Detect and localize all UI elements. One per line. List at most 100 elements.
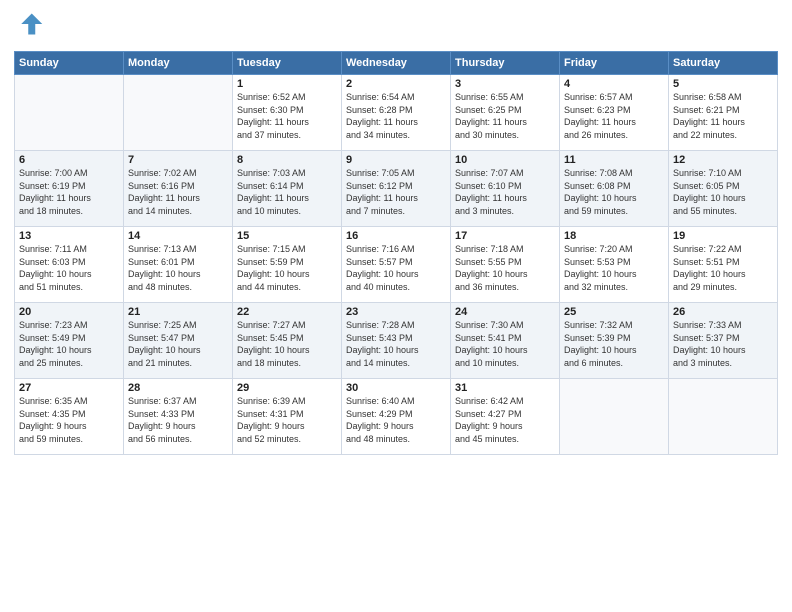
day-number: 16: [346, 230, 446, 242]
day-info: Sunrise: 7:18 AM Sunset: 5:55 PM Dayligh…: [455, 243, 555, 293]
day-number: 27: [19, 382, 119, 394]
day-number: 18: [564, 230, 664, 242]
header: [14, 10, 778, 43]
calendar-cell: 6Sunrise: 7:00 AM Sunset: 6:19 PM Daylig…: [15, 151, 124, 227]
day-info: Sunrise: 7:07 AM Sunset: 6:10 PM Dayligh…: [455, 167, 555, 217]
page-container: SundayMondayTuesdayWednesdayThursdayFrid…: [0, 0, 792, 463]
col-header-monday: Monday: [124, 52, 233, 75]
calendar-cell: 9Sunrise: 7:05 AM Sunset: 6:12 PM Daylig…: [342, 151, 451, 227]
day-info: Sunrise: 6:37 AM Sunset: 4:33 PM Dayligh…: [128, 395, 228, 445]
day-info: Sunrise: 7:13 AM Sunset: 6:01 PM Dayligh…: [128, 243, 228, 293]
day-info: Sunrise: 7:00 AM Sunset: 6:19 PM Dayligh…: [19, 167, 119, 217]
calendar-cell: 15Sunrise: 7:15 AM Sunset: 5:59 PM Dayli…: [233, 227, 342, 303]
calendar-cell: 22Sunrise: 7:27 AM Sunset: 5:45 PM Dayli…: [233, 303, 342, 379]
calendar-cell: 26Sunrise: 7:33 AM Sunset: 5:37 PM Dayli…: [669, 303, 778, 379]
day-info: Sunrise: 7:20 AM Sunset: 5:53 PM Dayligh…: [564, 243, 664, 293]
calendar-cell: 7Sunrise: 7:02 AM Sunset: 6:16 PM Daylig…: [124, 151, 233, 227]
day-number: 19: [673, 230, 773, 242]
calendar-cell: 8Sunrise: 7:03 AM Sunset: 6:14 PM Daylig…: [233, 151, 342, 227]
week-row-4: 20Sunrise: 7:23 AM Sunset: 5:49 PM Dayli…: [15, 303, 778, 379]
col-header-tuesday: Tuesday: [233, 52, 342, 75]
day-info: Sunrise: 7:02 AM Sunset: 6:16 PM Dayligh…: [128, 167, 228, 217]
day-number: 2: [346, 78, 446, 90]
day-info: Sunrise: 7:27 AM Sunset: 5:45 PM Dayligh…: [237, 319, 337, 369]
day-info: Sunrise: 7:32 AM Sunset: 5:39 PM Dayligh…: [564, 319, 664, 369]
day-number: 14: [128, 230, 228, 242]
day-number: 10: [455, 154, 555, 166]
day-info: Sunrise: 6:55 AM Sunset: 6:25 PM Dayligh…: [455, 91, 555, 141]
logo-icon: [16, 10, 44, 38]
calendar-cell: 29Sunrise: 6:39 AM Sunset: 4:31 PM Dayli…: [233, 379, 342, 455]
day-number: 15: [237, 230, 337, 242]
calendar-cell: 3Sunrise: 6:55 AM Sunset: 6:25 PM Daylig…: [451, 75, 560, 151]
day-info: Sunrise: 6:58 AM Sunset: 6:21 PM Dayligh…: [673, 91, 773, 141]
calendar-cell: 20Sunrise: 7:23 AM Sunset: 5:49 PM Dayli…: [15, 303, 124, 379]
day-number: 26: [673, 306, 773, 318]
day-number: 13: [19, 230, 119, 242]
day-number: 24: [455, 306, 555, 318]
week-row-3: 13Sunrise: 7:11 AM Sunset: 6:03 PM Dayli…: [15, 227, 778, 303]
calendar-cell: 14Sunrise: 7:13 AM Sunset: 6:01 PM Dayli…: [124, 227, 233, 303]
day-info: Sunrise: 7:11 AM Sunset: 6:03 PM Dayligh…: [19, 243, 119, 293]
day-number: 5: [673, 78, 773, 90]
day-info: Sunrise: 6:52 AM Sunset: 6:30 PM Dayligh…: [237, 91, 337, 141]
day-info: Sunrise: 7:16 AM Sunset: 5:57 PM Dayligh…: [346, 243, 446, 293]
day-info: Sunrise: 6:42 AM Sunset: 4:27 PM Dayligh…: [455, 395, 555, 445]
calendar-table: SundayMondayTuesdayWednesdayThursdayFrid…: [14, 51, 778, 455]
col-header-sunday: Sunday: [15, 52, 124, 75]
day-number: 28: [128, 382, 228, 394]
calendar-cell: 25Sunrise: 7:32 AM Sunset: 5:39 PM Dayli…: [560, 303, 669, 379]
week-row-5: 27Sunrise: 6:35 AM Sunset: 4:35 PM Dayli…: [15, 379, 778, 455]
calendar-cell: [124, 75, 233, 151]
calendar-cell: 12Sunrise: 7:10 AM Sunset: 6:05 PM Dayli…: [669, 151, 778, 227]
day-number: 8: [237, 154, 337, 166]
day-info: Sunrise: 7:08 AM Sunset: 6:08 PM Dayligh…: [564, 167, 664, 217]
calendar-cell: 2Sunrise: 6:54 AM Sunset: 6:28 PM Daylig…: [342, 75, 451, 151]
day-number: 6: [19, 154, 119, 166]
day-info: Sunrise: 7:23 AM Sunset: 5:49 PM Dayligh…: [19, 319, 119, 369]
logo: [14, 10, 44, 43]
day-info: Sunrise: 7:10 AM Sunset: 6:05 PM Dayligh…: [673, 167, 773, 217]
day-info: Sunrise: 7:03 AM Sunset: 6:14 PM Dayligh…: [237, 167, 337, 217]
week-row-1: 1Sunrise: 6:52 AM Sunset: 6:30 PM Daylig…: [15, 75, 778, 151]
calendar-cell: 4Sunrise: 6:57 AM Sunset: 6:23 PM Daylig…: [560, 75, 669, 151]
calendar-cell: 5Sunrise: 6:58 AM Sunset: 6:21 PM Daylig…: [669, 75, 778, 151]
day-number: 23: [346, 306, 446, 318]
calendar-cell: 10Sunrise: 7:07 AM Sunset: 6:10 PM Dayli…: [451, 151, 560, 227]
day-number: 20: [19, 306, 119, 318]
day-number: 31: [455, 382, 555, 394]
calendar-cell: [560, 379, 669, 455]
day-number: 4: [564, 78, 664, 90]
col-header-friday: Friday: [560, 52, 669, 75]
calendar-cell: 18Sunrise: 7:20 AM Sunset: 5:53 PM Dayli…: [560, 227, 669, 303]
calendar-cell: 11Sunrise: 7:08 AM Sunset: 6:08 PM Dayli…: [560, 151, 669, 227]
day-number: 11: [564, 154, 664, 166]
calendar-cell: 28Sunrise: 6:37 AM Sunset: 4:33 PM Dayli…: [124, 379, 233, 455]
calendar-cell: [669, 379, 778, 455]
day-number: 7: [128, 154, 228, 166]
calendar-cell: 24Sunrise: 7:30 AM Sunset: 5:41 PM Dayli…: [451, 303, 560, 379]
day-info: Sunrise: 6:39 AM Sunset: 4:31 PM Dayligh…: [237, 395, 337, 445]
calendar-cell: 30Sunrise: 6:40 AM Sunset: 4:29 PM Dayli…: [342, 379, 451, 455]
day-info: Sunrise: 7:22 AM Sunset: 5:51 PM Dayligh…: [673, 243, 773, 293]
calendar-cell: 1Sunrise: 6:52 AM Sunset: 6:30 PM Daylig…: [233, 75, 342, 151]
day-number: 29: [237, 382, 337, 394]
day-number: 17: [455, 230, 555, 242]
day-info: Sunrise: 7:05 AM Sunset: 6:12 PM Dayligh…: [346, 167, 446, 217]
calendar-cell: 27Sunrise: 6:35 AM Sunset: 4:35 PM Dayli…: [15, 379, 124, 455]
day-info: Sunrise: 6:35 AM Sunset: 4:35 PM Dayligh…: [19, 395, 119, 445]
day-info: Sunrise: 7:25 AM Sunset: 5:47 PM Dayligh…: [128, 319, 228, 369]
day-info: Sunrise: 7:28 AM Sunset: 5:43 PM Dayligh…: [346, 319, 446, 369]
calendar-cell: 23Sunrise: 7:28 AM Sunset: 5:43 PM Dayli…: [342, 303, 451, 379]
col-header-wednesday: Wednesday: [342, 52, 451, 75]
calendar-cell: 17Sunrise: 7:18 AM Sunset: 5:55 PM Dayli…: [451, 227, 560, 303]
calendar-cell: 19Sunrise: 7:22 AM Sunset: 5:51 PM Dayli…: [669, 227, 778, 303]
day-number: 25: [564, 306, 664, 318]
calendar-cell: [15, 75, 124, 151]
day-info: Sunrise: 6:54 AM Sunset: 6:28 PM Dayligh…: [346, 91, 446, 141]
day-number: 30: [346, 382, 446, 394]
calendar-cell: 21Sunrise: 7:25 AM Sunset: 5:47 PM Dayli…: [124, 303, 233, 379]
calendar-cell: 31Sunrise: 6:42 AM Sunset: 4:27 PM Dayli…: [451, 379, 560, 455]
col-header-saturday: Saturday: [669, 52, 778, 75]
col-header-thursday: Thursday: [451, 52, 560, 75]
